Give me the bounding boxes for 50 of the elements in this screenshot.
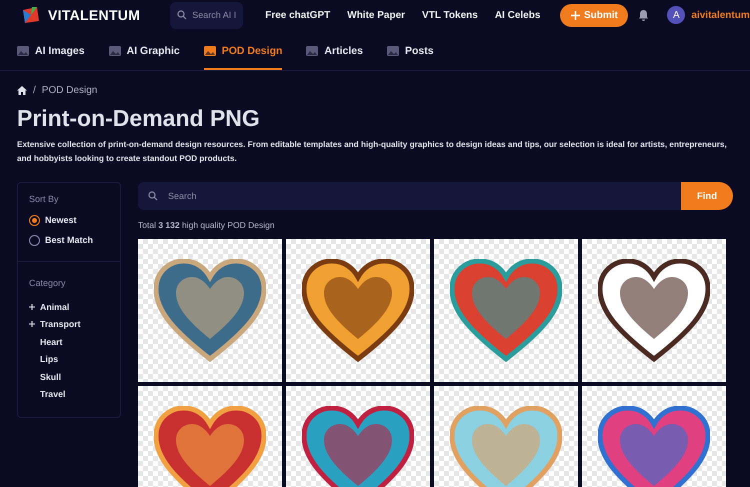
search-field[interactable]: Search AI I bbox=[170, 2, 244, 28]
image-icon bbox=[204, 46, 216, 56]
result-count: Total 3 132 high quality POD Design bbox=[138, 220, 276, 230]
nav-tab[interactable]: AI Graphic bbox=[108, 33, 180, 70]
username-link[interactable]: aivitalentum bbox=[691, 10, 750, 20]
search-icon bbox=[177, 10, 188, 20]
category-link[interactable]: Heart bbox=[40, 336, 62, 347]
image-icon bbox=[17, 46, 29, 56]
search-input[interactable]: Search bbox=[166, 190, 671, 202]
image-card[interactable] bbox=[582, 239, 726, 382]
nav-tab[interactable]: POD Design bbox=[204, 33, 282, 70]
category-link[interactable]: Animal bbox=[40, 302, 70, 312]
image-icon bbox=[386, 46, 399, 56]
search-field[interactable]: Search bbox=[138, 182, 681, 210]
category-link[interactable]: Travel bbox=[40, 389, 66, 400]
image-icon bbox=[306, 46, 318, 56]
brand-name[interactable]: VITALENTUM bbox=[48, 7, 140, 23]
home-icon[interactable] bbox=[17, 86, 27, 95]
nav-tab[interactable]: AI Images bbox=[17, 33, 85, 70]
nav-link[interactable]: AI Celebs bbox=[494, 10, 540, 20]
logo-icon bbox=[22, 6, 40, 24]
radio-button[interactable] bbox=[29, 214, 40, 226]
page-description: Extensive collection of print-on-demand design resources. From editable templates and high-quality graphics to design ideas and tips, our selection is ideal for artists, entrepreneurs, and hobbyists looking to create standout POD products. bbox=[17, 139, 728, 165]
plus-icon[interactable] bbox=[29, 304, 35, 310]
image-card[interactable] bbox=[286, 386, 430, 487]
page-title: Print-on-Demand PNG bbox=[17, 105, 261, 132]
breadcrumb-link[interactable]: POD Design bbox=[42, 85, 98, 96]
nav-link[interactable]: Free chatGPT bbox=[265, 10, 330, 20]
category-link[interactable]: Lips bbox=[40, 354, 58, 364]
image-card[interactable] bbox=[138, 386, 282, 487]
radio-label[interactable]: Newest bbox=[45, 215, 77, 225]
user-avatar[interactable]: A bbox=[667, 6, 686, 24]
section-heading: Category bbox=[29, 278, 67, 288]
breadcrumb-separator: / bbox=[33, 85, 36, 96]
plus-icon[interactable] bbox=[29, 321, 35, 328]
search-icon bbox=[148, 191, 158, 201]
nav-tab[interactable]: Articles bbox=[306, 33, 363, 70]
nav-tab[interactable]: Posts bbox=[386, 33, 434, 70]
nav-link[interactable]: White Paper bbox=[347, 10, 406, 20]
radio-label[interactable]: Best Match bbox=[45, 235, 94, 245]
radio-button[interactable] bbox=[29, 234, 40, 246]
image-card[interactable] bbox=[286, 239, 430, 382]
plus-icon bbox=[570, 10, 580, 20]
image-card[interactable] bbox=[138, 239, 282, 382]
bell-icon[interactable] bbox=[638, 9, 650, 21]
section-heading: Sort By bbox=[29, 194, 60, 204]
category-link[interactable]: Transport bbox=[40, 319, 81, 330]
image-icon bbox=[108, 46, 121, 56]
category-link[interactable]: Skull bbox=[40, 372, 62, 382]
nav-link[interactable]: VTL Tokens bbox=[422, 10, 478, 20]
